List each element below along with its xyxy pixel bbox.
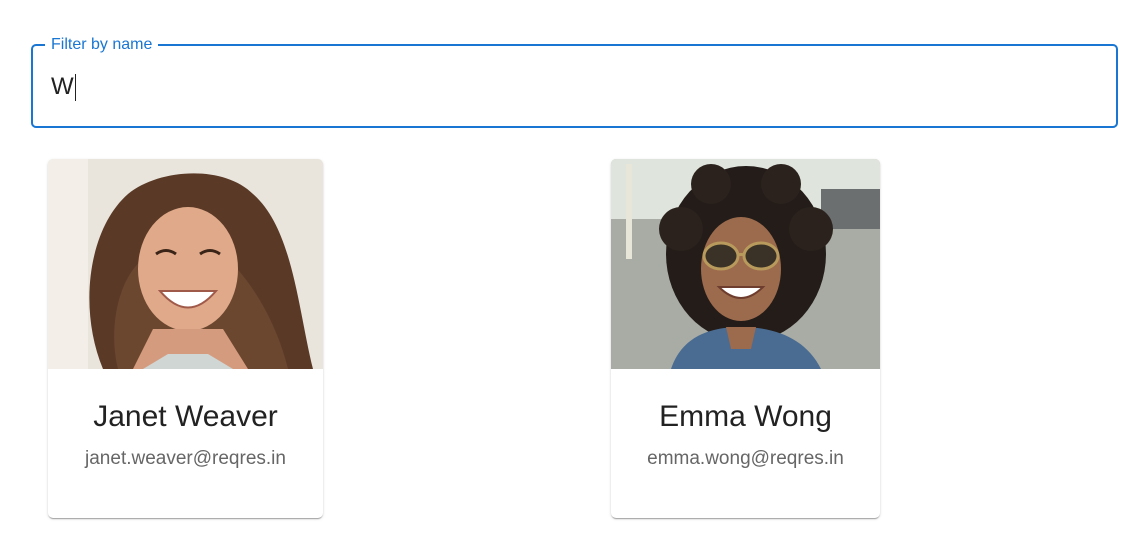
- filter-by-name-field[interactable]: Filter by name W: [31, 35, 1118, 128]
- user-card: Emma Wong emma.wong@reqres.in: [611, 159, 880, 518]
- user-avatar-image: [611, 159, 880, 369]
- user-name: Janet Weaver: [93, 400, 278, 433]
- text-caret: [74, 73, 77, 101]
- filter-label: Filter by name: [45, 35, 159, 55]
- card-content: Janet Weaver janet.weaver@reqres.in: [48, 369, 323, 471]
- user-avatar-image: [48, 159, 323, 369]
- filter-input[interactable]: W: [51, 72, 77, 102]
- user-email: janet.weaver@reqres.in: [85, 448, 286, 469]
- page: Filter by name W Janet Weaver janet.weav…: [0, 0, 1144, 547]
- filter-input-value: W: [51, 73, 74, 100]
- user-email: emma.wong@reqres.in: [647, 448, 844, 469]
- user-card: Janet Weaver janet.weaver@reqres.in: [48, 159, 323, 518]
- user-name: Emma Wong: [659, 400, 832, 433]
- card-content: Emma Wong emma.wong@reqres.in: [611, 369, 880, 471]
